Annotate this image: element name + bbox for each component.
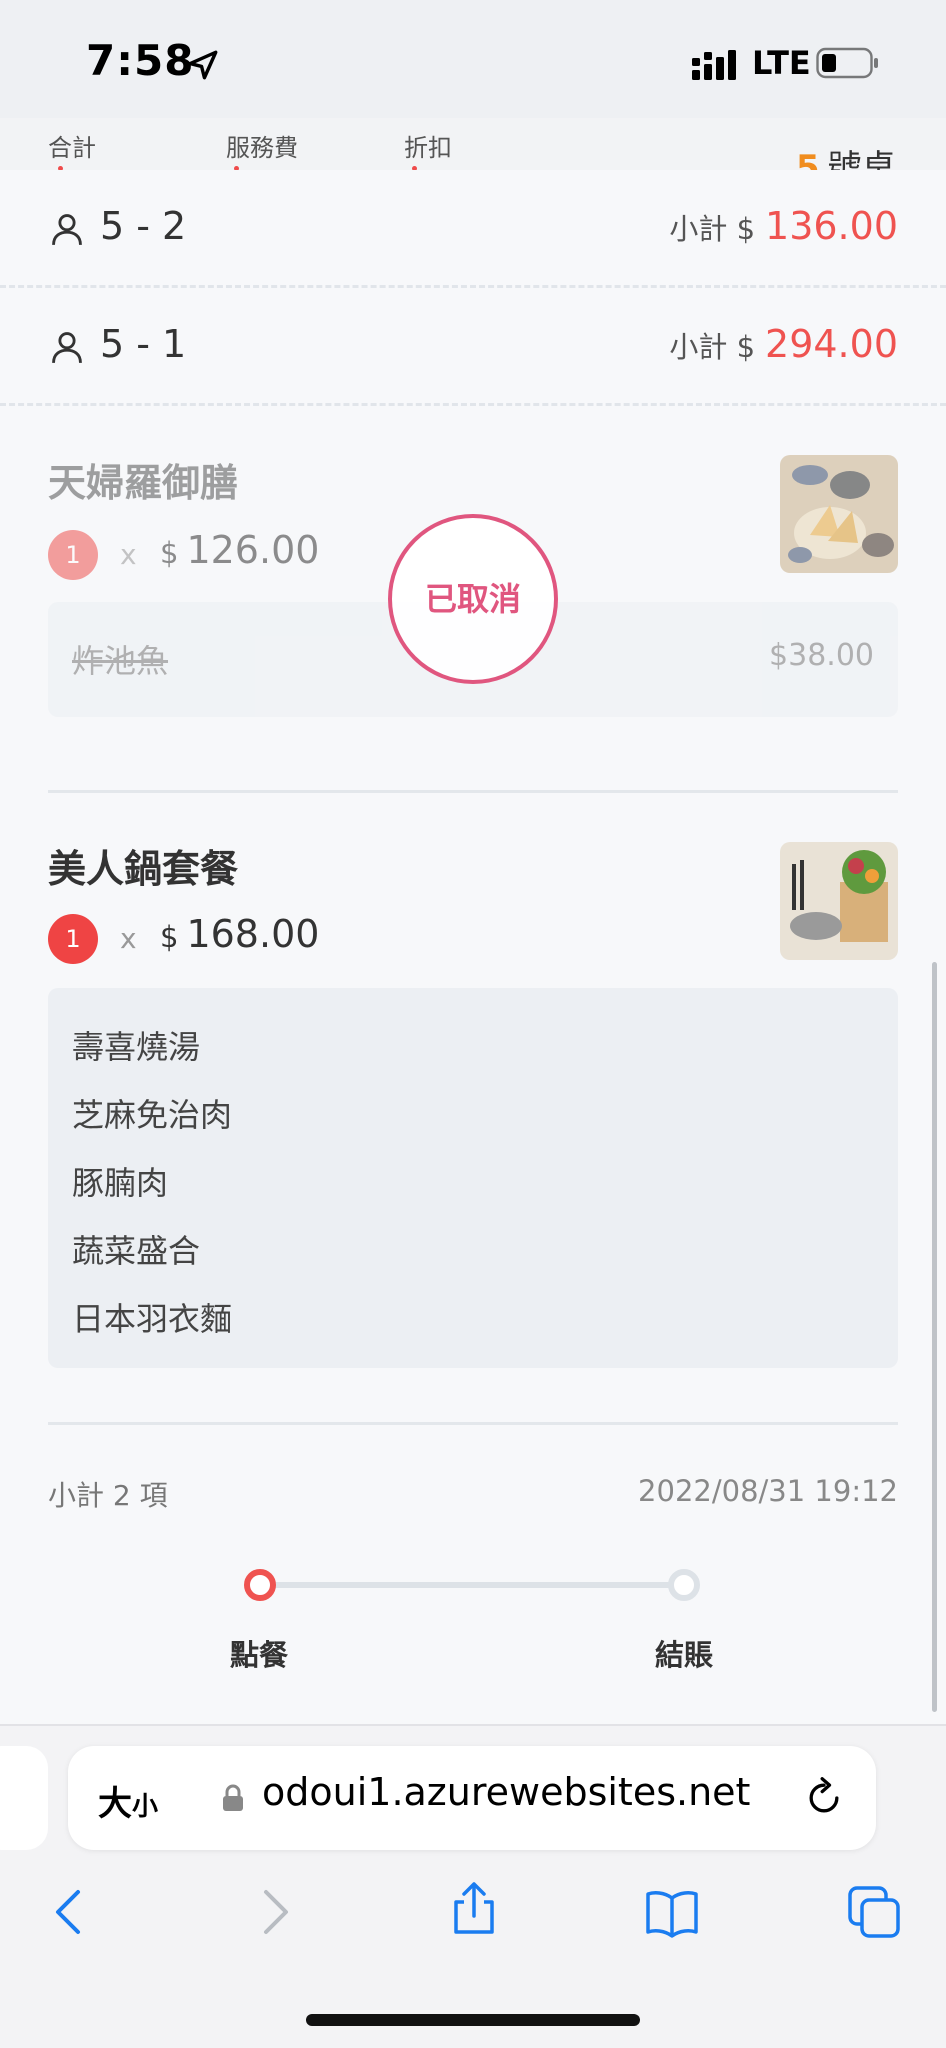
guest-row[interactable]: 5 - 1 小計 $294.00: [0, 288, 946, 406]
quantity-badge: 1: [48, 914, 98, 964]
order-item: 美人鍋套餐 1 x $168.00 壽喜燒湯 芝麻免治肉 豚腩肉 蔬菜盛合 日本…: [0, 796, 946, 1386]
guest-row[interactable]: 5 - 2 小計 $136.00: [0, 170, 946, 288]
discount-label: 折扣: [404, 134, 452, 162]
step-order-label: 點餐: [230, 1638, 289, 1672]
times-symbol: x: [120, 538, 137, 571]
option-price: $38.00: [769, 638, 874, 673]
item-count: 小計 2 項: [48, 1479, 168, 1512]
cellular-signal-icon: [692, 50, 736, 80]
quantity-badge: 1: [48, 530, 98, 580]
person-icon: [52, 332, 82, 363]
summary-bar: 合計 服務費 折扣 5 號桌: [0, 118, 946, 173]
bookmarks-icon[interactable]: [644, 1884, 700, 1940]
progress-track: [260, 1582, 686, 1588]
order-datetime: 2022/08/31 19:12: [638, 1474, 898, 1508]
item-divider: [48, 1422, 898, 1425]
status-time: 7:58: [86, 36, 195, 85]
back-icon[interactable]: [42, 1884, 98, 1940]
item-divider: [48, 790, 898, 793]
step-checkout-label: 結賬: [655, 1638, 714, 1672]
address-bar[interactable]: 大小 odoui1.azurewebsites.net: [68, 1746, 876, 1850]
battery-icon: [816, 47, 878, 79]
cancelled-stamp: 已取消: [388, 514, 558, 684]
item-name: 美人鍋套餐: [48, 847, 239, 891]
option-name: 壽喜燒湯: [72, 1028, 201, 1066]
guest-subtotal: 小計 $136.00: [669, 204, 898, 248]
lock-icon: [223, 1784, 243, 1811]
total-label: 合計: [48, 134, 96, 162]
item-price: $126.00: [160, 528, 320, 572]
option-name: 炸池魚: [72, 642, 169, 680]
guest-subtotal: 小計 $294.00: [669, 322, 898, 366]
guest-name: 5 - 1: [100, 322, 187, 366]
step-checkout-dot: [668, 1569, 700, 1601]
text-size-button[interactable]: 大小: [98, 1776, 158, 1825]
item-name: 天婦羅御膳: [48, 461, 239, 505]
share-icon[interactable]: [446, 1880, 502, 1936]
scrollbar[interactable]: [932, 962, 937, 1712]
home-indicator: [306, 2014, 640, 2026]
option-name: 芝麻免治肉: [72, 1096, 233, 1134]
previous-tab-preview[interactable]: [0, 1746, 48, 1850]
hotpot-set-image: [780, 842, 898, 960]
person-icon: [52, 214, 82, 245]
step-order-dot: [244, 1569, 276, 1601]
url-text[interactable]: odoui1.azurewebsites.net: [262, 1770, 750, 1814]
times-symbol: x: [120, 922, 137, 955]
location-arrow-icon: [188, 50, 218, 80]
option-name: 蔬菜盛合: [72, 1232, 201, 1270]
item-options: 壽喜燒湯 芝麻免治肉 豚腩肉 蔬菜盛合 日本羽衣麵: [48, 988, 898, 1368]
reload-icon[interactable]: [802, 1776, 846, 1820]
service-fee-label: 服務費: [226, 134, 298, 162]
tabs-icon[interactable]: [846, 1884, 902, 1940]
guest-name: 5 - 2: [100, 204, 187, 248]
option-name: 日本羽衣麵: [72, 1300, 233, 1338]
table-number: 5 號桌: [796, 148, 896, 173]
option-name: 豚腩肉: [72, 1164, 169, 1202]
forward-icon[interactable]: [246, 1884, 302, 1940]
tempura-set-image: [780, 455, 898, 573]
network-type: LTE: [752, 44, 811, 82]
item-price: $168.00: [160, 912, 320, 956]
